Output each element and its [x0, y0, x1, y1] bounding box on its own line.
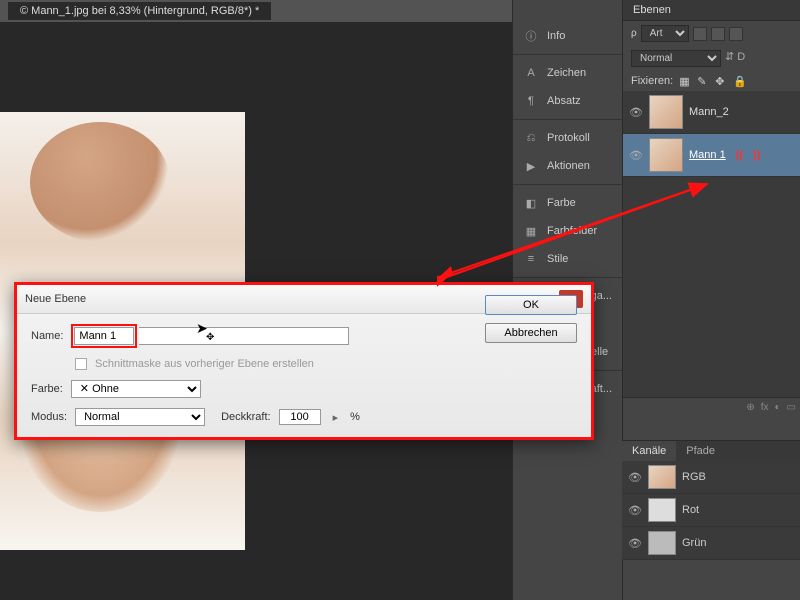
channel-row[interactable]: 👁Grün [622, 527, 800, 560]
opacity-label: Deckkraft: [221, 411, 271, 423]
visibility-icon[interactable]: 👁 [628, 536, 642, 550]
lock-all-icon[interactable]: 🔒 [733, 75, 745, 87]
blend-mode-select[interactable]: Normal [631, 50, 721, 67]
panel-history[interactable]: ⎌Protokoll [513, 124, 622, 152]
visibility-icon[interactable]: 👁 [628, 470, 642, 484]
info-icon: ⓘ [523, 28, 539, 44]
panel-info[interactable]: ⓘInfo [513, 22, 622, 50]
mode-label: Modus: [31, 411, 67, 423]
panel-paragraph[interactable]: ¶Absatz [513, 87, 622, 115]
layer-row[interactable]: 👁 Mann_2 [623, 91, 800, 134]
annotation-arrow [437, 182, 717, 292]
cursor-move-icon: ✥ [206, 332, 214, 343]
layer-name-input[interactable] [74, 327, 134, 345]
visibility-icon[interactable]: 👁 [628, 503, 642, 517]
percent-label: % [350, 411, 360, 423]
layer-name-input-rest[interactable] [139, 327, 349, 345]
channel-row[interactable]: 👁RGB [622, 461, 800, 494]
visibility-icon[interactable]: 👁 [629, 105, 643, 119]
clipmask-checkbox[interactable] [75, 358, 87, 370]
panel-character[interactable]: AZeichen [513, 59, 622, 87]
history-icon: ⎌ [523, 130, 539, 146]
layer-name[interactable]: Mann 1 [689, 149, 726, 161]
channels-panel: Kanäle Pfade 👁RGB 👁Rot 👁Grün [622, 440, 800, 560]
clipmask-label: Schnittmaske aus vorheriger Ebene erstel… [95, 358, 314, 370]
layer-thumbnail[interactable] [649, 138, 683, 172]
layer-footer: ⊕fx◐▭ [623, 397, 800, 417]
filter-adjust-icon[interactable] [711, 27, 725, 41]
name-label: Name: [31, 330, 63, 342]
paths-tab[interactable]: Pfade [676, 441, 725, 461]
ok-button[interactable]: OK [485, 295, 577, 315]
lock-transparency-icon[interactable]: ▦ [679, 75, 691, 87]
color-select[interactable]: ✕ Ohne [71, 380, 201, 398]
dialog-title: Neue Ebene [25, 293, 86, 305]
channel-thumbnail [648, 498, 676, 522]
filter-type-select[interactable]: Art [641, 25, 689, 42]
visibility-icon[interactable]: 👁 [629, 148, 643, 162]
character-icon: A [523, 65, 539, 81]
annotation-bracket: )) [753, 149, 760, 161]
channel-thumbnail [648, 531, 676, 555]
lock-pixels-icon[interactable]: ✎ [697, 75, 709, 87]
document-tab[interactable]: © Mann_1.jpg bei 8,33% (Hintergrund, RGB… [8, 2, 271, 20]
lock-position-icon[interactable]: ✥ [715, 75, 727, 87]
panel-actions[interactable]: ▶Aktionen [513, 152, 622, 180]
channel-row[interactable]: 👁Rot [622, 494, 800, 527]
layer-filter-row: ρ Art [623, 21, 800, 46]
layer-name[interactable]: Mann_2 [689, 106, 729, 118]
paragraph-icon: ¶ [523, 93, 539, 109]
mode-select[interactable]: Normal [75, 408, 205, 426]
color-label: Farbe: [31, 383, 63, 395]
layer-row-selected[interactable]: 👁 Mann 1 (( )) [623, 134, 800, 177]
channels-tab[interactable]: Kanäle [622, 441, 676, 461]
annotation-bracket: (( [736, 149, 743, 161]
layer-thumbnail[interactable] [649, 95, 683, 129]
channel-thumbnail [648, 465, 676, 489]
filter-type-icon[interactable] [729, 27, 743, 41]
filter-pixel-icon[interactable] [693, 27, 707, 41]
layers-tab[interactable]: Ebenen [623, 0, 800, 21]
opacity-input[interactable] [279, 409, 321, 425]
new-layer-dialog: Neue Ebene ✕ Name: OK Abbrechen Schnittm… [14, 282, 594, 440]
blend-row: Normal ⇵ D [623, 46, 800, 71]
lock-row: Fixieren: ▦ ✎ ✥ 🔒 [623, 71, 800, 91]
annotation-highlight [71, 324, 137, 348]
play-icon: ▶ [523, 158, 539, 174]
cancel-button[interactable]: Abbrechen [485, 323, 577, 343]
